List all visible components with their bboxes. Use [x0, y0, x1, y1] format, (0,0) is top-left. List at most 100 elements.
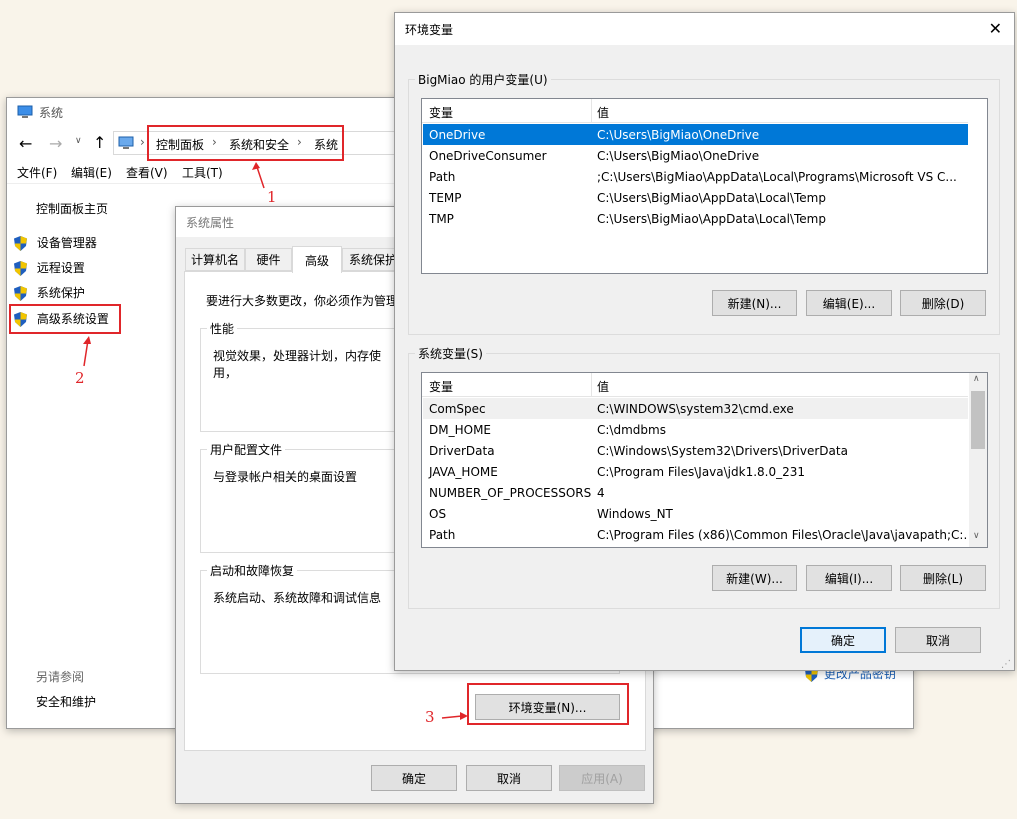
list-item[interactable]: TMP C:\Users\BigMiao\AppData\Local\Temp [423, 208, 968, 229]
list-item[interactable]: Path C:\Program Files (x86)\Common Files\… [423, 524, 968, 545]
sys-vars-list[interactable]: 变量 值 ComSpec C:\WINDOWS\system32\cmd.exe … [421, 372, 988, 548]
close-icon[interactable]: ✕ [989, 19, 1002, 38]
annotation-1: 1 [267, 188, 277, 206]
tab-hardware[interactable]: 硬件 [245, 248, 292, 271]
envvars-title: 环境变量 [405, 22, 454, 37]
tab-system-protection[interactable]: 系统保护 [342, 248, 402, 271]
see-also-title: 另请参阅 [36, 670, 85, 684]
list-item[interactable]: OS Windows_NT [423, 503, 968, 524]
user-vars-label: BigMiao 的用户变量(U) [415, 71, 551, 88]
tab-advanced[interactable]: 高级 [292, 246, 342, 273]
highlight-advanced-settings [9, 304, 121, 334]
see-also-security-link[interactable]: 安全和维护 [36, 693, 96, 710]
annotation-2: 2 [75, 369, 85, 387]
sidebar-item-label: 设备管理器 [36, 236, 97, 250]
admin-notice: 要进行大多数更改，你必须作为管理 [206, 294, 399, 308]
new-label: 新建(N)... [727, 296, 782, 311]
list-item[interactable]: OneDriveConsumer C:\Users\BigMiao\OneDriv… [423, 145, 968, 166]
startup-desc: 系统启动、系统故障和调试信息 [213, 591, 382, 605]
shield-icon [14, 286, 27, 301]
shield-icon [14, 261, 27, 276]
menu-file[interactable]: 文件(F) [17, 164, 57, 181]
list-item[interactable]: ComSpec C:\WINDOWS\system32\cmd.exe [423, 398, 968, 419]
sidebar-item-label: 系统保护 [36, 286, 85, 300]
sys-new-button[interactable]: 新建(W)... [712, 565, 797, 591]
dropdown-icon[interactable]: ∨ [75, 136, 82, 146]
profile-label: 用户配置文件 [207, 441, 286, 458]
tab-label: 系统保护 [349, 253, 398, 267]
arrow-3-icon [441, 712, 468, 720]
breadcrumb-sep-icon: › [140, 135, 145, 149]
performance-label: 性能 [207, 320, 238, 337]
sysprops-title: 系统属性 [186, 215, 235, 230]
tab-label: 计算机名 [190, 253, 239, 267]
highlight-breadcrumb [147, 125, 344, 161]
startup-label: 启动和故障恢复 [207, 562, 298, 579]
scroll-down-icon[interactable]: ∨ [973, 531, 980, 541]
arrow-1-icon [252, 162, 265, 189]
sysprops-ok-button[interactable]: 确定 [371, 765, 457, 791]
performance-desc: 视觉效果，处理器计划，内存使用， [213, 349, 382, 380]
computer-icon [17, 105, 33, 118]
resize-grip-icon[interactable]: ⋰ [1001, 659, 1011, 670]
sidebar-item-protection[interactable]: 系统保护 [14, 284, 85, 301]
sys-edit-button[interactable]: 编辑(I)... [806, 565, 892, 591]
cancel-label: 取消 [925, 633, 950, 648]
col-divider [591, 99, 592, 123]
sidebar-home-link[interactable]: 控制面板主页 [36, 200, 108, 217]
edit-label: 编辑(E)... [822, 296, 876, 311]
list-item[interactable]: Path ;C:\Users\BigMiao\AppData\Local\Prog… [423, 166, 968, 187]
user-edit-button[interactable]: 编辑(E)... [806, 290, 892, 316]
envvars-ok-button[interactable]: 确定 [800, 627, 886, 653]
scroll-thumb[interactable] [971, 391, 985, 449]
user-vars-list[interactable]: 变量 值 OneDrive C:\Users\BigMiao\OneDrive O… [421, 98, 988, 274]
col-divider [591, 373, 592, 397]
sidebar-item-device-manager[interactable]: 设备管理器 [14, 234, 97, 251]
up-arrow-icon[interactable]: ↑ [93, 133, 106, 152]
envvars-dialog: 环境变量 ✕ BigMiao 的用户变量(U) 变量 值 OneDrive C:\… [394, 12, 1015, 671]
list-header: 变量 值 [422, 373, 968, 397]
col-header-val[interactable]: 值 [597, 104, 609, 121]
ok-label: 确定 [401, 771, 426, 786]
forward-arrow-icon[interactable]: → [49, 134, 62, 153]
list-item[interactable]: DriverData C:\Windows\System32\Drivers\Dr… [423, 440, 968, 461]
control-panel-icon [118, 136, 134, 149]
sys-delete-button[interactable]: 删除(L) [900, 565, 986, 591]
sys-vars-label: 系统变量(S) [415, 345, 486, 362]
tab-label: 硬件 [256, 253, 281, 267]
menu-view[interactable]: 查看(V) [126, 164, 168, 181]
menu-tools[interactable]: 工具(T) [182, 164, 223, 181]
list-item[interactable]: JAVA_HOME C:\Program Files\Java\jdk1.8.0_… [423, 461, 968, 482]
shield-icon [14, 236, 27, 251]
sys-vars-scrollbar[interactable]: ∧ ∨ [969, 373, 987, 547]
list-item[interactable]: TEMP C:\Users\BigMiao\AppData\Local\Temp [423, 187, 968, 208]
cancel-label: 取消 [496, 771, 521, 786]
user-delete-button[interactable]: 删除(D) [900, 290, 986, 316]
profile-group: 用户配置文件 与登录帐户相关的桌面设置 [200, 441, 400, 553]
edit-label: 编辑(I)... [824, 571, 874, 586]
list-item[interactable]: NUMBER_OF_PROCESSORS 4 [423, 482, 968, 503]
scroll-up-icon[interactable]: ∧ [973, 374, 980, 384]
annotation-3: 3 [425, 708, 435, 726]
delete-label: 删除(D) [921, 296, 965, 311]
envvars-cancel-button[interactable]: 取消 [895, 627, 981, 653]
tab-label: 高级 [304, 253, 329, 268]
ok-label: 确定 [830, 633, 855, 648]
col-header-var[interactable]: 变量 [429, 104, 453, 121]
menu-edit[interactable]: 编辑(E) [71, 164, 112, 181]
list-item[interactable]: DM_HOME C:\dmdbms [423, 419, 968, 440]
apply-label: 应用(A) [581, 771, 623, 786]
highlight-env-vars-button [467, 683, 629, 725]
col-header-val[interactable]: 值 [597, 378, 609, 395]
back-arrow-icon[interactable]: ← [19, 134, 32, 153]
tab-computer-name[interactable]: 计算机名 [185, 248, 245, 271]
envvars-titlebar: 环境变量 ✕ [395, 13, 1014, 45]
sidebar-item-remote[interactable]: 远程设置 [14, 259, 85, 276]
user-new-button[interactable]: 新建(N)... [712, 290, 797, 316]
sysprops-cancel-button[interactable]: 取消 [466, 765, 552, 791]
list-item[interactable]: OneDrive C:\Users\BigMiao\OneDrive [423, 124, 968, 145]
col-header-var[interactable]: 变量 [429, 378, 453, 395]
system-window-title: 系统 [39, 105, 64, 120]
sidebar-item-label: 远程设置 [36, 261, 85, 275]
sysprops-apply-button[interactable]: 应用(A) [559, 765, 645, 791]
